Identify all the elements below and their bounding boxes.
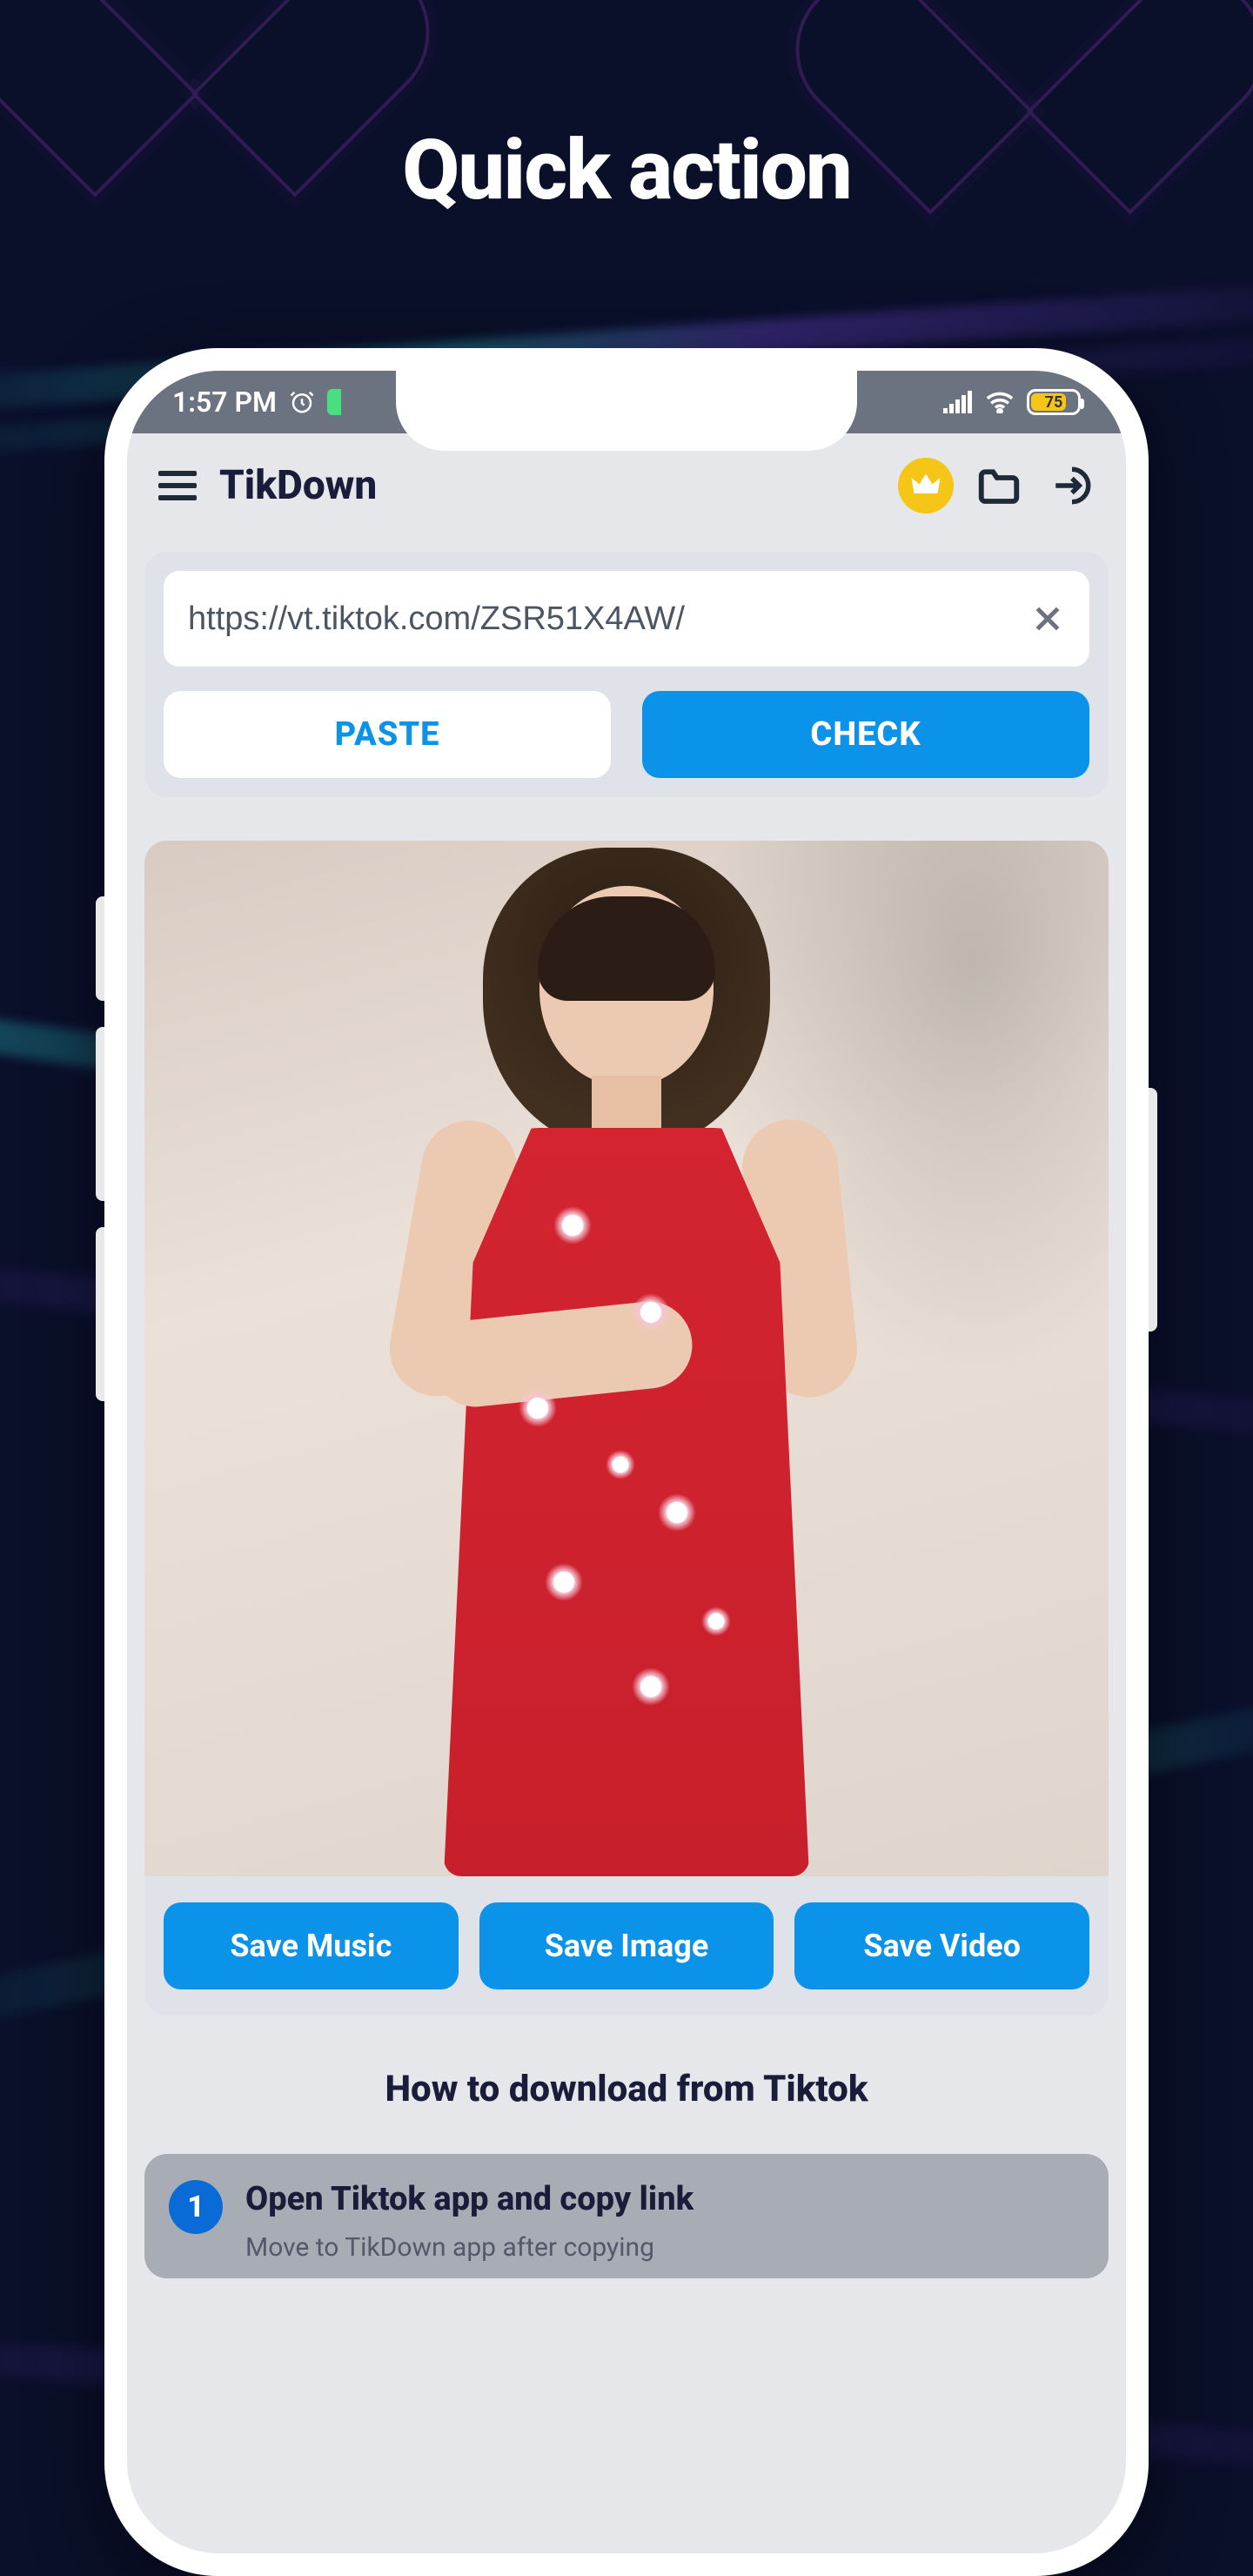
save-video-button[interactable]: Save Video [794,1902,1089,1989]
save-music-button[interactable]: Save Music [164,1902,459,1989]
url-input-card: PASTE CHECK [144,552,1109,797]
clear-input-button[interactable] [1023,594,1072,643]
app-title: TikDown [219,462,881,509]
premium-button[interactable] [898,458,954,513]
url-input[interactable] [188,600,1023,638]
preview-image [144,841,1109,1876]
check-button[interactable]: CHECK [642,691,1089,778]
phone-notch [396,371,857,451]
login-icon [1050,464,1094,507]
step-title: Open Tiktok app and copy link [245,2180,1084,2218]
wifi-icon [985,391,1015,413]
url-input-row [164,571,1089,667]
close-icon [1030,601,1065,636]
login-button[interactable] [1044,458,1100,513]
crown-icon [910,473,941,499]
promo-title: Quick action [402,122,851,219]
alarm-icon [289,389,315,415]
folder-icon [975,466,1022,506]
status-time: 1:57 PM [172,386,277,419]
howto-step-1: 1 Open Tiktok app and copy link Move to … [144,2154,1109,2278]
downloads-folder-button[interactable] [971,458,1027,513]
phone-side-button [96,1227,104,1401]
notification-dot [327,389,341,415]
signal-icon [943,391,973,413]
battery-icon: 75 [1027,389,1081,415]
phone-side-button [96,1027,104,1201]
menu-button[interactable] [153,461,202,510]
step-number-badge: 1 [169,2180,223,2234]
phone-screen: 1:57 PM 75 TikDown [127,371,1126,2553]
phone-frame: 1:57 PM 75 TikDown [104,348,1149,2576]
preview-card: Save Music Save Image Save Video [144,841,1109,2016]
battery-level: 75 [1045,393,1063,412]
step-subtitle: Move to TikDown app after copying [245,2232,1084,2263]
phone-side-button [1149,1088,1157,1332]
howto-section-title: How to download from Tiktok [127,2068,1126,2110]
paste-button[interactable]: PASTE [164,691,611,778]
save-image-button[interactable]: Save Image [479,1902,774,1989]
phone-side-button [96,896,104,1001]
